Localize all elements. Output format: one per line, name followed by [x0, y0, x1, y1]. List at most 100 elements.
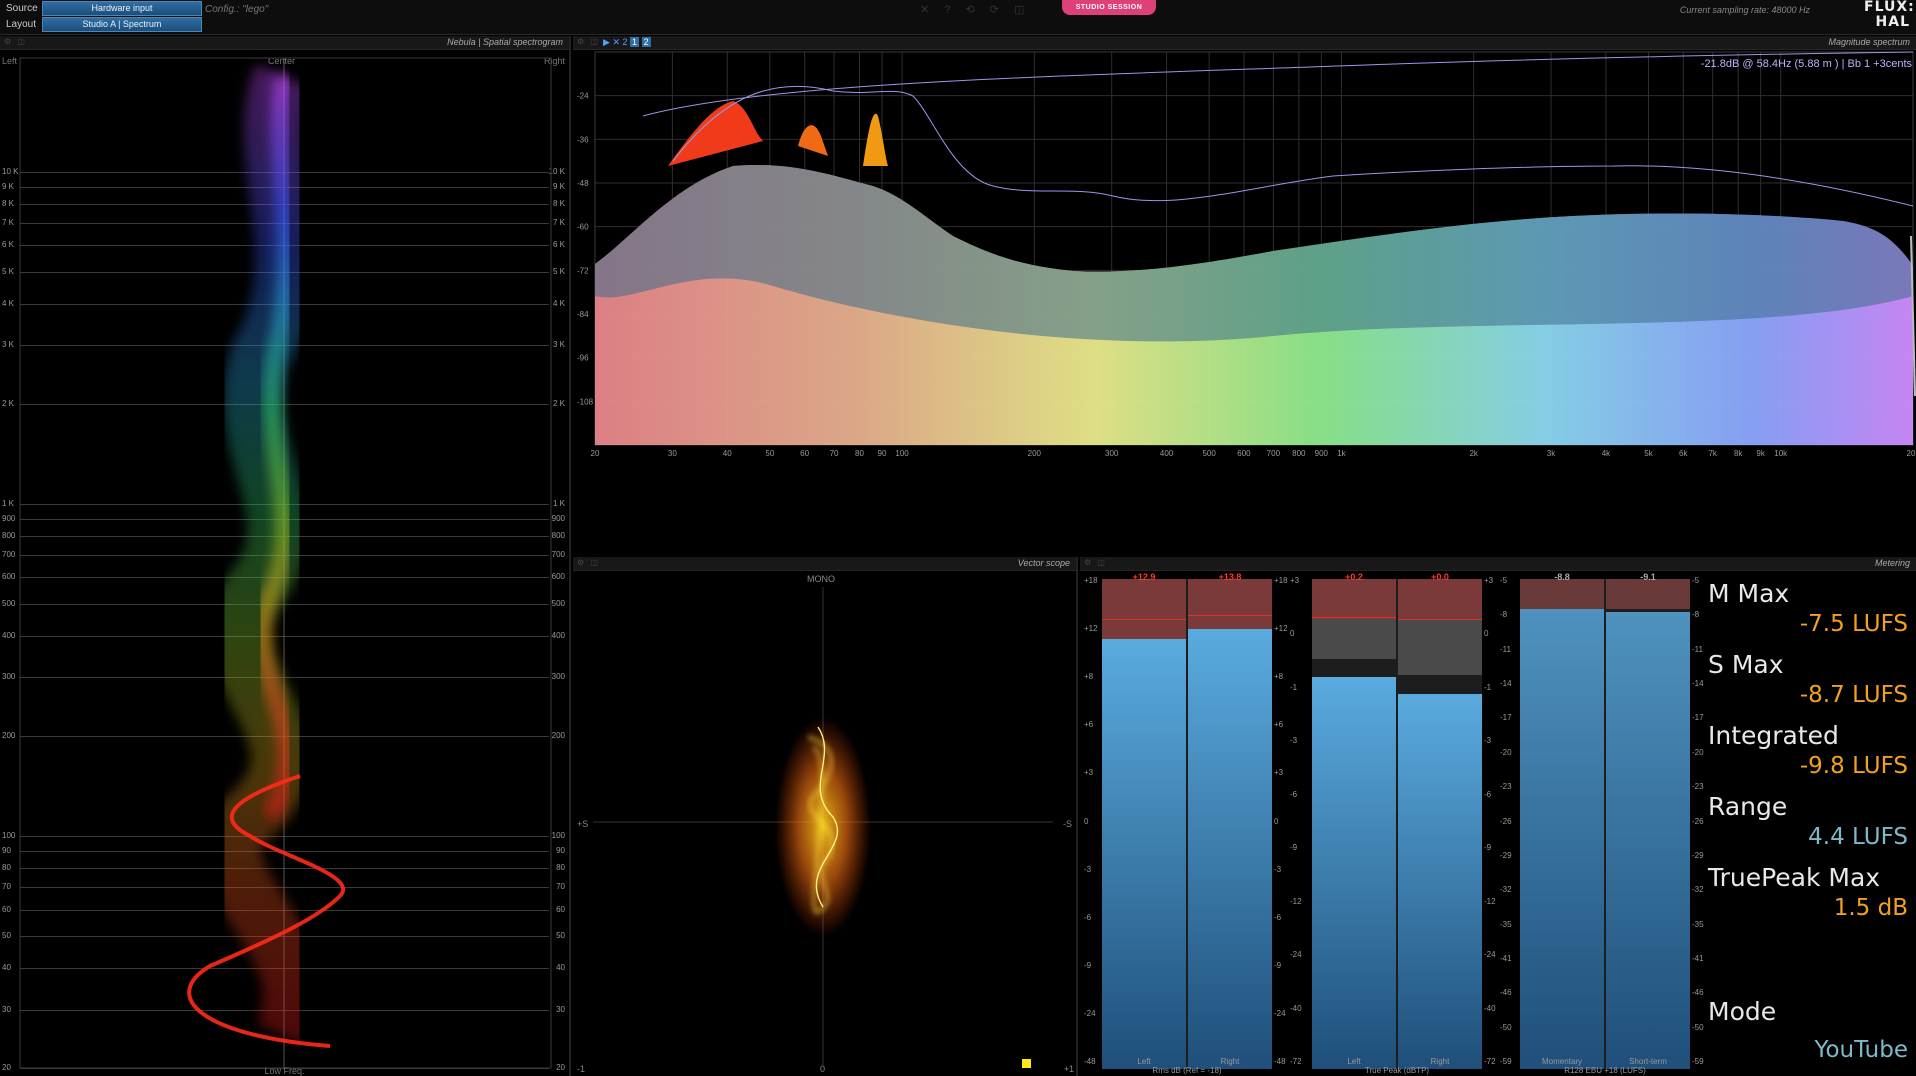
scale-tick-right: -59	[1692, 1057, 1704, 1066]
stat-name: Range	[1708, 792, 1788, 821]
rms-right-label: Right	[1220, 1057, 1240, 1066]
scale-tick-right: -72	[1484, 1057, 1496, 1066]
scale-tick-left: -6	[1084, 912, 1092, 922]
mode-value[interactable]: YouTube	[1814, 1037, 1908, 1063]
tp-right-peak: +0.0	[1431, 572, 1449, 582]
scale-tick-left: -20	[1500, 747, 1512, 757]
scale-tick-right: -40	[1484, 1003, 1496, 1013]
nebula-panel[interactable]: ⚙ ◫ Nebula | Spatial spectrogram Left Ce…	[0, 36, 571, 1076]
scale-tick-left: +6	[1084, 720, 1094, 730]
nebula-canvas	[19, 57, 552, 1069]
toolbar-icons: ✕ ? ⟲ ⟳ ◫	[920, 4, 1031, 16]
spectrum-freq-tick: 20	[591, 449, 600, 458]
scale-tick-right: +12	[1274, 624, 1288, 634]
scale-tick-left: -35	[1500, 919, 1512, 929]
metering-panel[interactable]: ⚙ ◫ Metering +12.9 +13.8 Left Right Rms …	[1080, 557, 1916, 1076]
spectrum-freq-tick: 40	[723, 449, 732, 458]
scale-tick-left: -3	[1084, 864, 1092, 874]
source-label: Source	[6, 3, 38, 14]
spectrum-db-tick: -108	[577, 397, 594, 406]
scale-tick-left: -40	[1290, 1003, 1302, 1013]
scale-tick-left: -8	[1500, 610, 1508, 620]
spectrum-db-tick: -24	[577, 92, 589, 101]
scale-tick-right: +6	[1274, 720, 1284, 730]
spectrum-freq-tick: 900	[1315, 449, 1329, 458]
spectrum-freq-tick: 80	[855, 449, 864, 458]
rms-left-red-zone	[1102, 579, 1186, 639]
spectrum-db-tick: -60	[577, 223, 589, 232]
spectrum-panel[interactable]: ⚙ ◫ ▶ ✕ 2 1 2 Magnitude spectrum 20 30 40 5…	[573, 36, 1916, 555]
tp-left-peak-line	[1312, 617, 1396, 618]
spectrum-freq-tick: 20k	[1907, 449, 1916, 458]
scale-tick-right: -6	[1274, 912, 1282, 922]
spectrum-freq-tick: 1k	[1337, 449, 1346, 458]
scale-tick-right: -35	[1692, 919, 1704, 929]
scale-tick-left: -32	[1500, 885, 1512, 895]
scale-tick-left: -59	[1500, 1057, 1512, 1066]
scale-tick-right: +3	[1274, 768, 1284, 778]
r128-shortterm-bar	[1606, 612, 1690, 1069]
scale-tick-left: -24	[1084, 1008, 1096, 1018]
spectrum-freq-tick: 30	[668, 449, 677, 458]
source-selector[interactable]: Hardware input	[42, 1, 202, 16]
panel-menu-icon[interactable]: ⚙ ◫	[1084, 558, 1107, 567]
spectrum-freq-tick: 2k	[1469, 449, 1478, 458]
tp-right-label: Right	[1430, 1057, 1450, 1066]
config-name[interactable]: Config.: "lego"	[205, 4, 268, 15]
stat-value: -7.5 LUFS	[1799, 611, 1908, 637]
cursor-readout: -21.8dB @ 58.4Hz (5.88 m ) | Bb 1 +3cent…	[1700, 58, 1912, 70]
scale-tick-left: -9	[1084, 960, 1092, 970]
layout-label: Layout	[6, 19, 37, 30]
scale-tick-left: -11	[1500, 644, 1511, 654]
spectrum-freq-tick: 50	[765, 449, 774, 458]
rms-right-peak-line	[1188, 615, 1272, 616]
scale-tick-left: +12	[1084, 624, 1098, 634]
r128-momentary-peak: -8.8	[1554, 572, 1570, 582]
spectrum-db-tick: -48	[577, 179, 589, 188]
scale-tick-right: -9	[1274, 960, 1282, 970]
scale-tick-left: +18	[1084, 576, 1098, 585]
r128-momentary-bar	[1520, 609, 1604, 1069]
scale-tick-right: -20	[1692, 747, 1704, 757]
spectrum-freq-tick: 7k	[1708, 449, 1717, 458]
rms-footer: Rms dB (Ref = -18)	[1152, 1066, 1222, 1075]
scale-tick-right: -11	[1692, 644, 1703, 654]
tp-left-label: Left	[1347, 1057, 1361, 1066]
stat-value: -8.7 LUFS	[1799, 682, 1908, 708]
layout-selector[interactable]: Studio A | Spectrum	[42, 17, 202, 32]
scale-tick-left: -1	[1290, 682, 1298, 692]
scale-tick-right: -48	[1274, 1057, 1286, 1066]
vectorscope-panel[interactable]: ⚙ ◫ Vector scope MONO +S -S -1 0 +1	[573, 557, 1078, 1076]
r128-shortterm-label: Short-term	[1629, 1057, 1667, 1066]
scale-tick-right: -5	[1692, 576, 1700, 585]
spectrum-db-tick: -96	[577, 354, 589, 363]
spectrum-canvas: 20 30 40 50 60 70 80 90 100 200 300 400 500 600 700 800…	[577, 51, 1916, 458]
scale-tick-right: 0	[1484, 629, 1489, 639]
scale-tick-left: -72	[1290, 1057, 1302, 1066]
scale-tick-left: -29	[1500, 850, 1512, 860]
nebula-footer: Low Freq.	[264, 1066, 305, 1076]
scale-tick-left: -14	[1500, 679, 1512, 689]
r128-right-red-zone	[1606, 579, 1690, 609]
scale-tick-right: -6	[1484, 789, 1492, 799]
scale-tick-left: 0	[1084, 816, 1089, 826]
r128-shortterm-peak: -9.1	[1640, 572, 1656, 582]
scale-tick-right: -3	[1274, 864, 1282, 874]
top-bar: Source Hardware input Layout Studio A | …	[0, 0, 1916, 35]
scale-tick-left: -5	[1500, 576, 1508, 585]
tp-left-gray-zone	[1312, 619, 1396, 659]
scale-tick-left: -24	[1290, 950, 1302, 960]
scale-tick-left: -26	[1500, 816, 1512, 826]
scale-tick-right: -46	[1692, 988, 1704, 998]
scale-tick-left: -17	[1500, 713, 1512, 723]
tp-left-red-zone	[1312, 579, 1396, 619]
scale-tick-right: +18	[1274, 576, 1288, 585]
spectrum-freq-tick: 200	[1028, 449, 1042, 458]
rms-right-peak: +13.8	[1218, 572, 1242, 582]
truepeak-meter-frame	[1312, 579, 1482, 1069]
spectrum-db-tick: -72	[577, 266, 589, 275]
rms-left-bar	[1102, 639, 1186, 1069]
spectrum-freq-tick: 700	[1267, 449, 1281, 458]
studio-session-badge[interactable]: STUDIO SESSION	[1062, 0, 1156, 15]
tp-left-bar	[1312, 677, 1396, 1069]
